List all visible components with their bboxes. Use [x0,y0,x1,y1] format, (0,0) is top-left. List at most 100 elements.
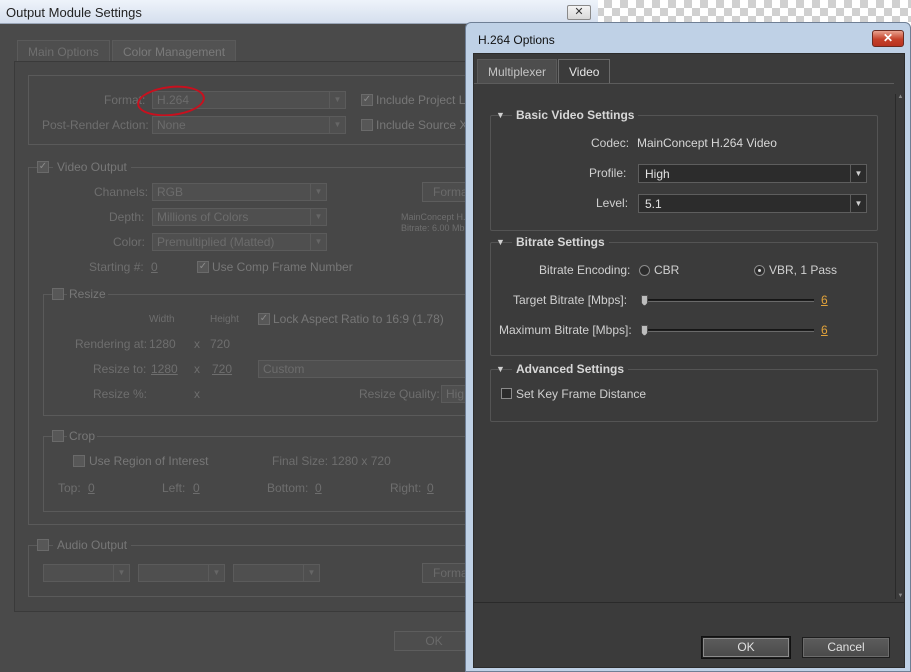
lock-aspect-label: Lock Aspect Ratio to 16:9 (1.78) [273,312,444,326]
level-label: Level: [596,196,629,210]
chevron-down-icon: ▼ [329,92,345,108]
vbr-1-pass-radio[interactable] [754,265,765,276]
max-bitrate-label: Maximum Bitrate [Mbps]: [499,323,632,337]
use-roi-checkbox[interactable] [73,455,85,467]
scrollbar[interactable]: ▲ ▼ [895,94,904,599]
height-header: Height [210,314,239,325]
h264-options-window: H.264 Options ✕ Multiplexer Video ▲ ▼ ▼ … [465,22,911,672]
chevron-down-icon: ▼ [303,565,319,581]
use-roi-label: Use Region of Interest [89,454,209,468]
codec-value: MainConcept H.264 Video [637,136,777,150]
include-source-xmp-checkbox[interactable] [361,119,373,131]
chevron-down-icon: ▼ [310,234,326,250]
tab-main-options[interactable]: Main Options [17,40,110,62]
level-dropdown[interactable]: 5.1 ▼ [638,194,867,213]
max-bitrate-value[interactable]: 6 [821,323,828,337]
resize-to-label: Resize to: [93,362,147,376]
crop-left-value[interactable]: 0 [193,481,200,495]
starting-value[interactable]: 0 [151,260,158,274]
cbr-label: CBR [654,263,680,277]
tab-color-management[interactable]: Color Management [112,40,237,62]
chevron-down-icon: ▼ [310,184,326,200]
codec-summary-2: Bitrate: 6.00 Mb [401,223,465,233]
advanced-heading: Advanced Settings [512,362,629,376]
ok-button[interactable]: OK [702,637,790,658]
codec-label: Codec: [591,136,630,150]
crop-checkbox[interactable] [52,430,64,442]
post-render-dropdown[interactable]: None ▼ [152,116,346,134]
tab-video[interactable]: Video [558,59,611,84]
final-size-text: Final Size: 1280 x 720 [272,454,391,468]
close-icon[interactable]: ✕ [567,5,591,20]
transparency-checkerboard [596,0,911,22]
target-bitrate-value[interactable]: 6 [821,293,828,307]
audio-output-checkbox[interactable] [37,539,49,551]
depth-dropdown[interactable]: Millions of Colors ▼ [152,208,327,226]
crop-right-value[interactable]: 0 [427,481,434,495]
channels-dropdown[interactable]: RGB ▼ [152,183,327,201]
resize-quality-value: Hig [446,387,465,401]
crop-label: Crop [67,429,98,443]
audio-rate-dropdown[interactable]: ▼ [43,564,130,582]
tab-multiplexer[interactable]: Multiplexer [477,59,558,83]
max-bitrate-slider[interactable] [642,329,814,332]
rendering-height: 720 [210,337,231,351]
crop-top-label: Top: [58,481,81,495]
close-icon[interactable]: ✕ [872,30,904,47]
starting-label: Starting #: [89,260,144,274]
chevron-down-icon: ▼ [310,209,326,225]
audio-channels-dropdown[interactable]: ▼ [138,564,225,582]
video-output-checkbox[interactable]: ✓ [37,161,49,173]
include-project-link-checkbox[interactable]: ✓ [361,94,373,106]
basic-video-heading: Basic Video Settings [512,108,639,122]
collapse-triangle-icon[interactable]: ▼ [496,110,505,120]
crop-top-value[interactable]: 0 [88,481,95,495]
rendering-at-label: Rendering at: [75,337,148,351]
title-bar: Output Module Settings ✕ [0,0,598,24]
bitrate-encoding-label: Bitrate Encoding: [539,263,631,277]
vbr-1-pass-label: VBR, 1 Pass [769,263,838,277]
crop-bottom-value[interactable]: 0 [315,481,322,495]
resize-x: x [194,362,200,376]
post-render-value: None [157,118,186,132]
collapse-triangle-icon[interactable]: ▼ [496,364,505,374]
resize-checkbox[interactable] [52,288,64,300]
lock-aspect-checkbox[interactable]: ✓ [258,313,270,325]
resize-width[interactable]: 1280 [151,362,178,376]
format-group [28,75,468,145]
cbr-radio[interactable] [639,265,650,276]
use-comp-frame-label: Use Comp Frame Number [212,260,353,274]
back-ok-button[interactable]: OK [394,631,474,651]
resize-pct-x: x [194,387,200,401]
resize-quality-dropdown[interactable]: Hig [441,385,468,403]
width-header: Width [149,314,175,325]
resize-height[interactable]: 720 [212,362,232,376]
audio-format-options-button[interactable]: Forma [422,563,470,583]
resize-quality-label: Resize Quality: [359,387,440,401]
chevron-down-icon: ▼ [113,565,129,581]
chevron-down-icon: ▼ [850,165,866,182]
channels-label: Channels: [94,185,149,199]
channels-value: RGB [157,185,184,199]
depth-value: Millions of Colors [157,210,249,224]
color-label: Color: [113,235,146,249]
codec-summary-1: MainConcept H. [401,212,466,222]
target-bitrate-label: Target Bitrate [Mbps]: [513,293,628,307]
use-comp-frame-checkbox[interactable]: ✓ [197,261,209,273]
collapse-triangle-icon[interactable]: ▼ [496,237,505,247]
key-frame-distance-label: Set Key Frame Distance [516,387,647,401]
cancel-button[interactable]: Cancel [802,637,890,658]
target-bitrate-slider[interactable] [642,299,814,302]
rendering-width: 1280 [149,337,176,351]
audio-format-dropdown[interactable]: ▼ [233,564,320,582]
profile-dropdown[interactable]: High ▼ [638,164,867,183]
resize-preset-dropdown[interactable]: Custom [258,360,468,378]
scroll-up-icon[interactable]: ▲ [897,94,904,100]
profile-value: High [645,167,670,181]
color-dropdown[interactable]: Premultiplied (Matted) ▼ [152,233,327,251]
key-frame-distance-checkbox[interactable] [501,388,512,399]
depth-label: Depth: [109,210,145,224]
dialog-body: Multiplexer Video ▲ ▼ ▼ Basic Video Sett… [473,53,905,668]
format-options-button[interactable]: Forma [422,182,470,202]
scroll-down-icon[interactable]: ▼ [897,593,904,599]
